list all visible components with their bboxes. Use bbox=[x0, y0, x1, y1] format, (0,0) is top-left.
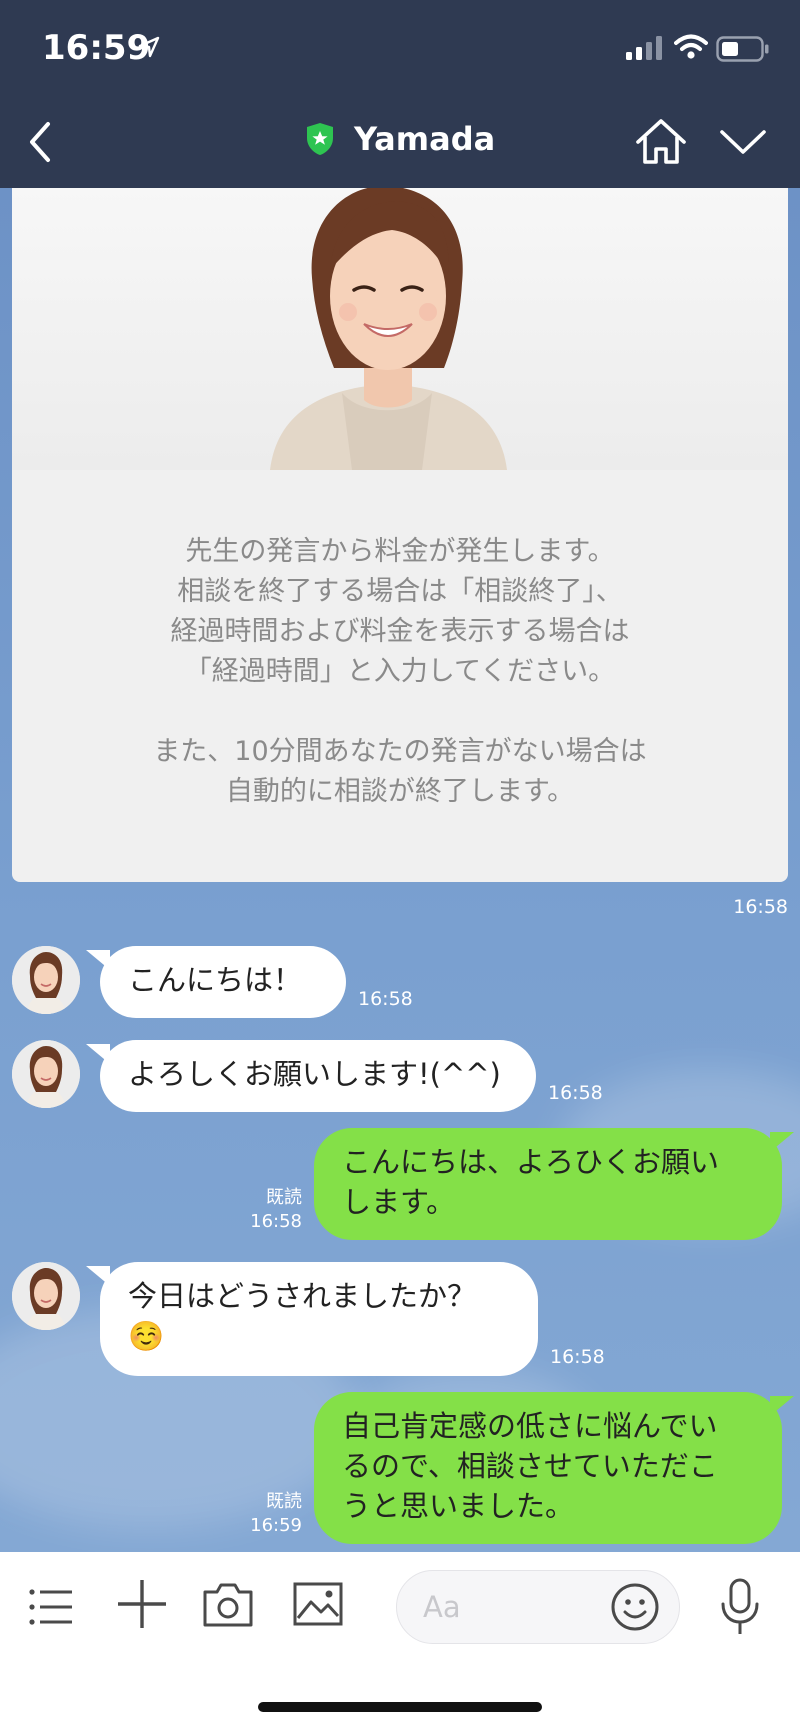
battery-icon bbox=[716, 36, 769, 62]
message-meta: 既読 16:59 bbox=[232, 1490, 302, 1538]
message-bubble-outgoing[interactable]: こんにちは、よろひくお願い します。 bbox=[314, 1128, 782, 1240]
intro-message: 先生の発言から料金が発生します。 相談を終了する場合は「相談終了」、 経過時間お… bbox=[12, 532, 788, 812]
message-text: こんにちは、よろひくお願い bbox=[342, 1145, 720, 1179]
message-text: るので、相談させていただこ bbox=[342, 1449, 718, 1483]
avatar[interactable] bbox=[12, 1262, 80, 1330]
home-indicator[interactable] bbox=[258, 1702, 542, 1712]
status-time: 16:59 bbox=[42, 28, 151, 68]
message-bubble-incoming[interactable]: よろしくお願いします!(^^) bbox=[100, 1040, 536, 1112]
intro-line bbox=[12, 692, 788, 732]
message-emoji: ☺️ bbox=[128, 1319, 165, 1353]
intro-line: 自動的に相談が終了します。 bbox=[225, 776, 575, 807]
verified-shield-icon bbox=[306, 123, 333, 155]
input-placeholder: Aa bbox=[423, 1590, 461, 1624]
message-text: 自己肯定感の低さに悩んでい bbox=[342, 1409, 718, 1443]
message-time: 16:58 bbox=[733, 896, 788, 918]
menu-icon[interactable] bbox=[28, 1584, 76, 1630]
location-arrow-icon bbox=[138, 36, 160, 58]
signal-icon bbox=[626, 36, 662, 60]
message-time: 16:58 bbox=[250, 1211, 302, 1232]
message-time: 16:59 bbox=[250, 1515, 302, 1536]
wifi-icon bbox=[674, 34, 708, 59]
avatar[interactable] bbox=[12, 1040, 80, 1108]
read-receipt: 既読 bbox=[266, 1187, 302, 1208]
message-text: こんにちは！ bbox=[128, 963, 303, 997]
message-bubble-incoming[interactable]: 今日はどうされましたか？ ☺️ bbox=[100, 1262, 538, 1376]
image-icon[interactable] bbox=[292, 1580, 344, 1628]
camera-icon[interactable] bbox=[202, 1580, 254, 1628]
read-receipt: 既読 bbox=[266, 1491, 302, 1512]
plus-icon[interactable] bbox=[116, 1578, 168, 1630]
status-bar: 16:59 bbox=[0, 0, 800, 96]
intro-card: 先生の発言から料金が発生します。 相談を終了する場合は「相談終了」、 経過時間お… bbox=[12, 188, 788, 882]
message-time: 16:58 bbox=[358, 988, 413, 1010]
intro-line: 「経過時間」と入力してください。 bbox=[184, 656, 616, 687]
avatar[interactable] bbox=[12, 946, 80, 1014]
message-bubble-outgoing[interactable]: 自己肯定感の低さに悩んでい るので、相談させていただこ うと思いました。 bbox=[314, 1392, 782, 1544]
chat-area[interactable]: 先生の発言から料金が発生します。 相談を終了する場合は「相談終了」、 経過時間お… bbox=[0, 188, 800, 1552]
contact-name: Yamada bbox=[353, 120, 496, 158]
message-meta: 既読 16:58 bbox=[232, 1186, 302, 1234]
emoji-icon[interactable] bbox=[609, 1581, 661, 1633]
message-time: 16:58 bbox=[548, 1082, 603, 1104]
message-text: します。 bbox=[342, 1185, 456, 1219]
mic-icon[interactable] bbox=[718, 1578, 762, 1638]
intro-line: また、10分間あなたの発言がない場合は bbox=[153, 736, 647, 767]
intro-line: 先生の発言から料金が発生します。 bbox=[185, 536, 615, 567]
chat-header: Yamada bbox=[0, 96, 800, 188]
message-text: うと思いました。 bbox=[342, 1489, 575, 1523]
intro-line: 経過時間および料金を表示する場合は bbox=[170, 616, 630, 647]
message-bubble-incoming[interactable]: こんにちは！ bbox=[100, 946, 346, 1018]
input-bar: Aa bbox=[0, 1552, 800, 1732]
intro-line: 相談を終了する場合は「相談終了」、 bbox=[177, 576, 623, 607]
chevron-down-icon[interactable] bbox=[716, 122, 770, 162]
counselor-photo bbox=[12, 188, 788, 470]
message-time: 16:58 bbox=[550, 1346, 605, 1368]
message-text: 今日はどうされましたか？ bbox=[128, 1279, 477, 1313]
message-input[interactable]: Aa bbox=[396, 1570, 680, 1644]
message-text: よろしくお願いします!(^^) bbox=[128, 1057, 501, 1091]
home-icon[interactable] bbox=[634, 116, 688, 168]
